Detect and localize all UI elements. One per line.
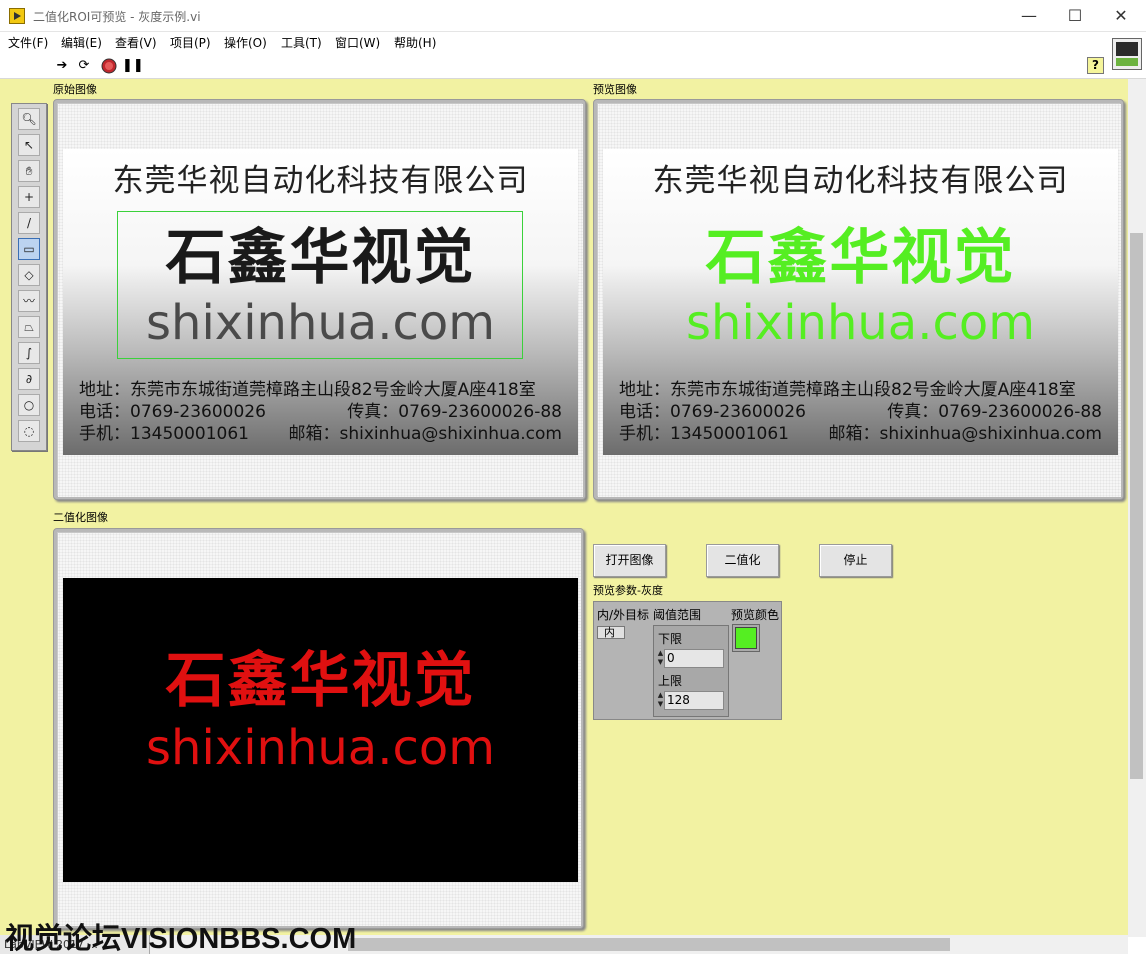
watermark-text: 视觉论坛VISIONBBS.COM (5, 923, 357, 954)
preview-color-picker[interactable] (732, 624, 760, 652)
original-image-label: 原始图像 (53, 83, 97, 96)
polygon-tool-icon[interactable]: ⏢ (18, 316, 40, 338)
run-arrow-icon[interactable]: ➔ (54, 58, 70, 74)
card-company: 东莞华视自动化科技有限公司 (112, 163, 529, 199)
target-label: 内/外目标 (597, 608, 650, 622)
horizontal-scroll-thumb[interactable] (348, 938, 950, 951)
polyline-tool-icon[interactable]: 〰 (18, 290, 40, 312)
oval-tool-icon[interactable]: ○ (18, 394, 40, 416)
lower-label: 下限 (658, 632, 683, 646)
stop-button[interactable]: 停止 (819, 544, 892, 577)
original-card-image: 东莞华视自动化科技有限公司 石鑫华视觉 shixinhua.com 地址：东莞市… (63, 149, 578, 455)
binary-image-display[interactable]: 石鑫华视觉 shixinhua.com (53, 528, 584, 929)
pan-hand-tool-icon[interactable]: ✋︎ (18, 160, 40, 182)
binary-result-image: 石鑫华视觉 shixinhua.com (63, 578, 578, 882)
color-label: 预览颜色 (731, 608, 780, 622)
point-tool-icon[interactable]: + (18, 186, 40, 208)
range-label: 阈值范围 (653, 608, 702, 622)
upper-spinner-icon[interactable]: ▲ ▼ (657, 691, 664, 710)
help-button[interactable]: ? (1087, 57, 1104, 74)
upper-limit-input[interactable]: 128 (664, 691, 724, 710)
upper-label: 上限 (658, 674, 683, 688)
binary-brand: 石鑫华视觉 (165, 646, 476, 716)
menu-help[interactable]: 帮助(H) (394, 34, 436, 51)
original-image-display[interactable]: 东莞华视自动化科技有限公司 石鑫华视觉 shixinhua.com 地址：东莞市… (53, 99, 586, 500)
minimize-button[interactable]: — (1006, 0, 1052, 32)
vertical-scroll-thumb[interactable] (1130, 233, 1143, 779)
card-email: 邮箱：shixinhua@shixinhua.com (288, 424, 562, 444)
binarize-button[interactable]: 二值化 (706, 544, 779, 577)
image-tools-palette: 🔍︎ ↖ ✋︎ + / ▭ ◇ 〰 ⏢ ∫ ∂ ○ ◌ (11, 103, 47, 451)
menu-edit[interactable]: 编辑(E) (61, 34, 102, 51)
params-label: 预览参数-灰度 (593, 584, 663, 597)
lower-limit-input[interactable]: 0 (664, 649, 724, 668)
pointer-tool-icon[interactable]: ↖ (18, 134, 40, 156)
menu-project[interactable]: 项目(P) (170, 34, 211, 51)
menu-bar: 文件(F) 编辑(E) 查看(V) 项目(P) 操作(O) 工具(T) 窗口(W… (0, 32, 1146, 52)
preview-brand: 石鑫华视觉 (705, 223, 1016, 293)
preview-mobile: 手机：13450001061 (619, 424, 789, 444)
abort-icon[interactable] (101, 58, 117, 74)
menu-operate[interactable]: 操作(O) (224, 34, 267, 51)
front-panel: 🔍︎ ↖ ✋︎ + / ▭ ◇ 〰 ⏢ ∫ ∂ ○ ◌ 原始图像 东莞华视自动化… (0, 79, 1128, 935)
preview-company: 东莞华视自动化科技有限公司 (652, 163, 1069, 199)
preview-color-swatch (735, 627, 757, 649)
target-ring[interactable]: 内 (597, 626, 625, 639)
preview-params-cluster: 内/外目标 内 阈值范围 下限 ▲ ▼ 0 上限 ▲ ▼ 128 预览颜色 (593, 601, 782, 720)
preview-card-image: 东莞华视自动化科技有限公司 石鑫华视觉 shixinhua.com 地址：东莞市… (603, 149, 1118, 455)
threshold-range-cluster: 下限 ▲ ▼ 0 上限 ▲ ▼ 128 (653, 625, 729, 717)
title-bar: 二值化ROI可预览 - 灰度示例.vi — ☐ ✕ (0, 0, 1146, 32)
preview-image-label: 预览图像 (593, 83, 637, 96)
vertical-scrollbar[interactable] (1128, 79, 1146, 937)
menu-window[interactable]: 窗口(W) (335, 34, 380, 51)
freehand-line-tool-icon[interactable]: ∫ (18, 342, 40, 364)
line-tool-icon[interactable]: / (18, 212, 40, 234)
vi-icon (1112, 38, 1142, 70)
lower-spinner-icon[interactable]: ▲ ▼ (657, 649, 664, 668)
rectangle-tool-icon[interactable]: ▭ (18, 238, 40, 260)
card-mobile: 手机：13450001061 (79, 424, 249, 444)
zoom-tool-icon[interactable]: 🔍︎ (18, 108, 40, 130)
annulus-tool-icon[interactable]: ◌ (18, 420, 40, 442)
freehand-region-tool-icon[interactable]: ∂ (18, 368, 40, 390)
binary-image-label: 二值化图像 (53, 511, 108, 524)
run-continuous-icon[interactable]: ⟳ (76, 58, 92, 74)
preview-image-display[interactable]: 东莞华视自动化科技有限公司 石鑫华视觉 shixinhua.com 地址：东莞市… (593, 99, 1124, 500)
rotated-rect-tool-icon[interactable]: ◇ (18, 264, 40, 286)
menu-view[interactable]: 查看(V) (115, 34, 157, 51)
menu-tools[interactable]: 工具(T) (281, 34, 322, 51)
close-button[interactable]: ✕ (1098, 0, 1144, 32)
maximize-button[interactable]: ☐ (1052, 0, 1098, 32)
preview-site: shixinhua.com (686, 295, 1035, 351)
labview-app-icon (9, 8, 25, 24)
menu-file[interactable]: 文件(F) (8, 34, 48, 51)
preview-email: 邮箱：shixinhua@shixinhua.com (828, 424, 1102, 444)
pause-icon[interactable]: ❚❚ (122, 58, 144, 74)
open-image-button[interactable]: 打开图像 (593, 544, 666, 577)
binary-site: shixinhua.com (146, 720, 495, 776)
toolbar: ➔ ⟳ ❚❚ (0, 52, 1146, 79)
roi-rectangle[interactable] (117, 211, 523, 359)
window-title: 二值化ROI可预览 - 灰度示例.vi (33, 10, 201, 24)
